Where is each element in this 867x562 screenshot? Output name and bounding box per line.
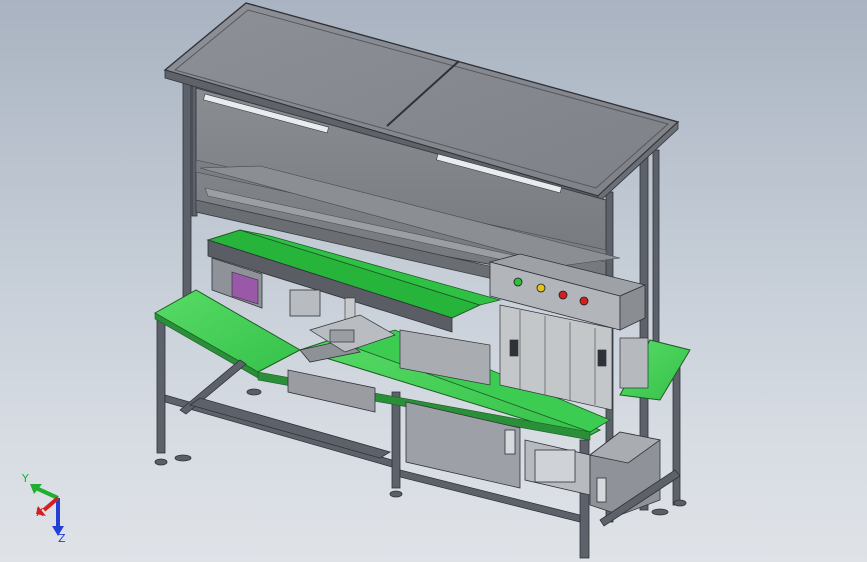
x-axis-label: X (36, 506, 44, 519)
indicator-yellow-icon (536, 283, 546, 293)
z-axis-label: Z (58, 532, 66, 544)
indicator-red-icon (558, 290, 568, 300)
indicator-green-icon (513, 277, 523, 287)
orientation-triad: Y X Z (21, 472, 66, 544)
y-axis-icon (35, 486, 59, 500)
cad-viewport[interactable]: Y X Z (0, 0, 867, 562)
x-axis-icon (42, 496, 60, 512)
y-axis-label: Y (21, 472, 29, 485)
workbench-3d-model[interactable] (0, 0, 867, 562)
indicator-red-icon (579, 296, 589, 306)
